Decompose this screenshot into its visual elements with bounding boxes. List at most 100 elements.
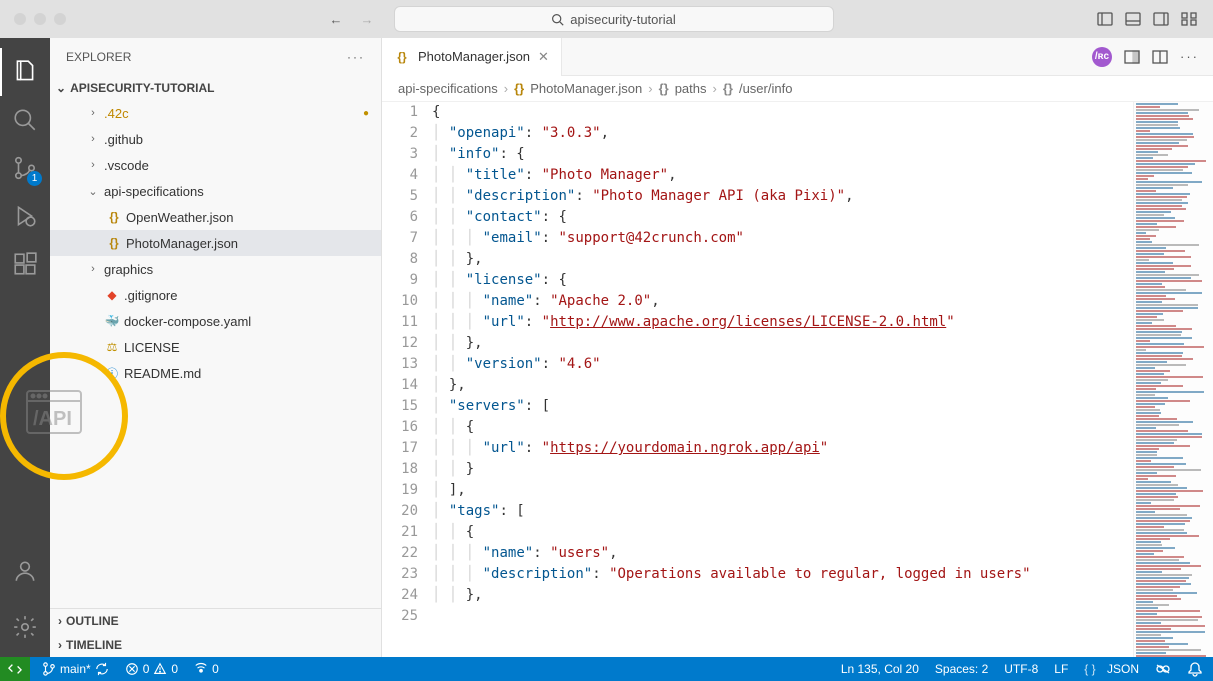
json-icon: {} — [514, 81, 524, 96]
title-actions — [1097, 11, 1213, 27]
docker-icon: 🐳 — [104, 314, 120, 328]
breadcrumbs[interactable]: api-specifications › {} PhotoManager.jso… — [382, 76, 1213, 102]
file-docker[interactable]: 🐳 docker-compose.yaml — [50, 308, 381, 334]
chevron-right-icon: › — [58, 614, 62, 628]
search-icon — [551, 13, 564, 26]
breadcrumb-item[interactable]: api-specifications — [398, 81, 498, 96]
indentation[interactable]: Spaces: 2 — [935, 662, 988, 676]
folder-graphics[interactable]: ›graphics — [50, 256, 381, 282]
activity-debug[interactable] — [0, 192, 50, 240]
branch-name: main* — [60, 662, 91, 676]
command-center-text: apisecurity-tutorial — [570, 12, 676, 27]
folder-label: .42c — [104, 106, 129, 121]
layout-secondary-icon[interactable] — [1153, 11, 1169, 27]
close-window[interactable] — [14, 13, 26, 25]
file-label: PhotoManager.json — [126, 236, 238, 251]
command-center[interactable]: apisecurity-tutorial — [394, 6, 834, 32]
section-label: OUTLINE — [66, 614, 119, 628]
problems[interactable]: 0 0 — [125, 662, 178, 676]
folder-label: api-specifications — [104, 184, 204, 199]
json-icon: {} — [106, 210, 122, 224]
folder-api-specs[interactable]: ⌄api-specifications — [50, 178, 381, 204]
line-gutter: 1234567891011121314151617181920212223242… — [382, 102, 432, 657]
eol[interactable]: LF — [1054, 662, 1068, 676]
split-right-icon[interactable] — [1124, 49, 1140, 65]
file-photomanager[interactable]: {} PhotoManager.json — [50, 230, 381, 256]
encoding[interactable]: UTF-8 — [1004, 662, 1038, 676]
json-icon: {} — [723, 81, 733, 96]
folder-github[interactable]: ›.github — [50, 126, 381, 152]
file-label: docker-compose.yaml — [124, 314, 251, 329]
file-license[interactable]: ⚖LICENSE — [50, 334, 381, 360]
sync-icon — [95, 662, 109, 676]
timeline-section[interactable]: ›TIMELINE — [50, 633, 381, 657]
minimize-window[interactable] — [34, 13, 46, 25]
extension-badge-icon[interactable]: /ʀᴄ — [1092, 47, 1112, 67]
activity-extensions[interactable] — [0, 240, 50, 288]
split-editor-icon[interactable] — [1152, 49, 1168, 65]
maximize-window[interactable] — [54, 13, 66, 25]
nav-forward-icon[interactable]: → — [361, 12, 374, 27]
activity-explorer[interactable] — [0, 48, 50, 96]
file-label: OpenWeather.json — [126, 210, 233, 225]
tab-actions: /ʀᴄ ··· — [1092, 47, 1213, 67]
bell-icon[interactable] — [1187, 661, 1203, 677]
license-icon: ⚖ — [104, 340, 120, 354]
folder-label: .vscode — [104, 158, 149, 173]
window-controls — [0, 13, 66, 25]
warning-icon — [153, 662, 167, 676]
branch-icon — [42, 662, 56, 676]
chevron-right-icon: › — [58, 638, 62, 652]
breadcrumb-item[interactable]: paths — [675, 81, 707, 96]
debug-icon — [12, 203, 38, 229]
file-gitignore[interactable]: ◆ .gitignore — [50, 282, 381, 308]
more-icon[interactable]: ··· — [1180, 49, 1199, 64]
lang-label: JSON — [1107, 662, 1139, 676]
status-bar: main* 0 0 0 Ln 135, Col 20 Spaces: 2 UTF… — [0, 657, 1213, 681]
file-label: .gitignore — [124, 288, 177, 303]
cursor-position[interactable]: Ln 135, Col 20 — [841, 662, 919, 676]
account-icon — [12, 558, 38, 584]
git-branch[interactable]: main* — [42, 662, 109, 676]
folder-42c[interactable]: › .42c — [50, 100, 381, 126]
warning-count: 0 — [171, 662, 178, 676]
tab-photomanager[interactable]: {} PhotoManager.json ✕ — [382, 38, 562, 76]
folder-vscode[interactable]: › .vscode — [50, 152, 381, 178]
layout-customize-icon[interactable] — [1181, 11, 1197, 27]
code-content[interactable]: {│ "openapi": "3.0.3",│ "info": {│ │ "ti… — [432, 102, 1133, 657]
more-icon[interactable]: ··· — [347, 50, 365, 64]
breadcrumb-item[interactable]: PhotoManager.json — [530, 81, 642, 96]
activity-search[interactable] — [0, 96, 50, 144]
layout-primary-icon[interactable] — [1097, 11, 1113, 27]
project-section[interactable]: ⌄ APISECURITY-TUTORIAL — [50, 76, 381, 100]
titlebar: ← → apisecurity-tutorial — [0, 0, 1213, 38]
layout-panel-icon[interactable] — [1125, 11, 1141, 27]
activity-account[interactable] — [0, 547, 50, 595]
language-mode[interactable]: { } JSON — [1084, 662, 1139, 676]
chevron-right-icon: › — [504, 81, 508, 96]
minimap[interactable] — [1133, 102, 1213, 657]
close-icon[interactable]: ✕ — [538, 49, 549, 65]
ports[interactable]: 0 — [194, 662, 219, 676]
activity-scm[interactable]: 1 — [0, 144, 50, 192]
activity-settings[interactable] — [0, 603, 50, 651]
git-icon: ◆ — [104, 288, 120, 302]
project-name: APISECURITY-TUTORIAL — [70, 81, 214, 95]
outline-section[interactable]: › OUTLINE — [50, 609, 381, 633]
search-icon — [12, 107, 38, 133]
gear-icon — [12, 614, 38, 640]
info-icon: ⓘ — [104, 365, 120, 382]
files-icon — [12, 59, 38, 85]
sidebar-title: EXPLORER — [66, 50, 131, 64]
editor-body[interactable]: 1234567891011121314151617181920212223242… — [382, 102, 1213, 657]
file-readme[interactable]: ⓘREADME.md — [50, 360, 381, 386]
json-icon: {} — [106, 236, 122, 250]
nav-back-icon[interactable]: ← — [330, 12, 343, 27]
chevron-right-icon: › — [86, 107, 100, 119]
chevron-right-icon: › — [86, 133, 100, 145]
remote-indicator[interactable] — [0, 657, 30, 681]
file-openweather[interactable]: {} OpenWeather.json — [50, 204, 381, 230]
breadcrumb-item[interactable]: /user/info — [739, 81, 792, 96]
chevron-right-icon: › — [86, 159, 100, 171]
copilot-icon[interactable] — [1155, 661, 1171, 677]
